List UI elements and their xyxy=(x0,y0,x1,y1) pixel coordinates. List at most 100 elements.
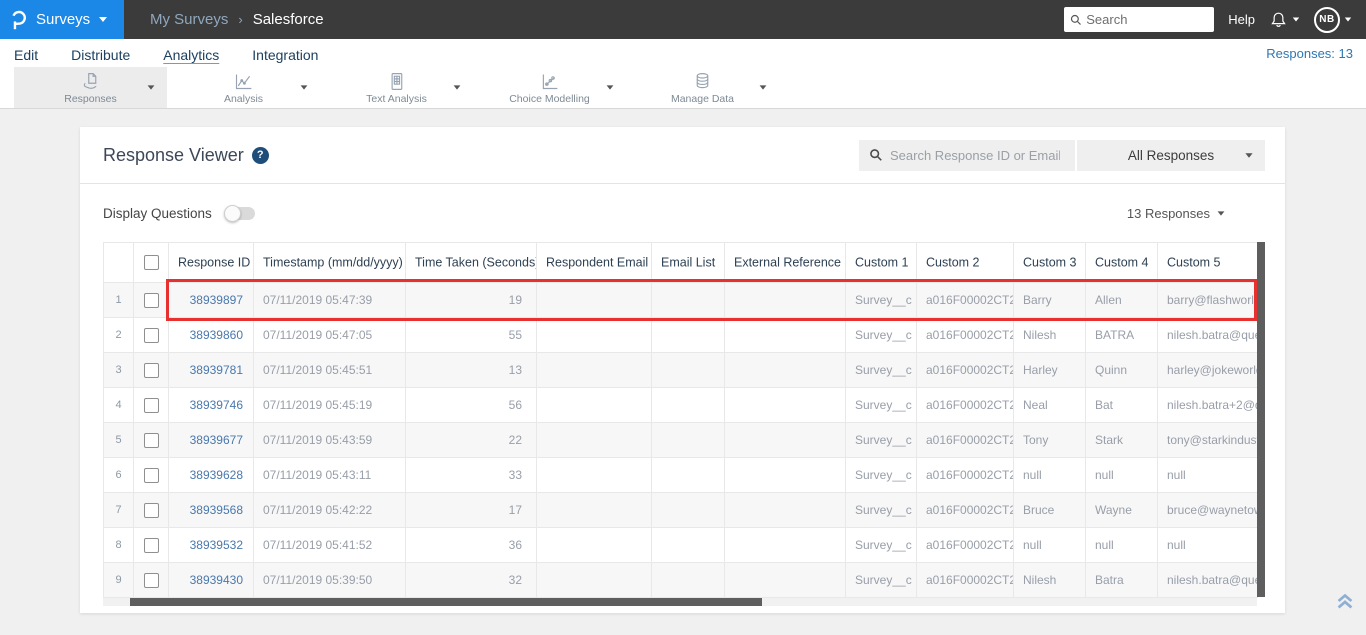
card-header-right: All Responses xyxy=(859,139,1265,171)
horizontal-scrollbar[interactable] xyxy=(103,598,1257,606)
respondent-email-cell xyxy=(536,457,652,493)
response-search-input[interactable] xyxy=(890,147,1060,163)
row-checkbox[interactable] xyxy=(143,467,159,483)
row-checkbox[interactable] xyxy=(143,432,159,448)
table-row: 9 38939430 07/11/2019 05:39:50 32 Survey__c a… xyxy=(103,562,1258,598)
column-header[interactable]: Custom 2 xyxy=(916,242,1014,283)
vertical-scrollbar[interactable] xyxy=(1257,242,1265,597)
toolbar-item-manage-data[interactable]: Manage Data xyxy=(626,67,779,108)
toggle-knob xyxy=(223,204,241,222)
notifications-menu[interactable] xyxy=(1269,10,1300,29)
responses-count-dropdown[interactable]: 13 Responses xyxy=(1127,206,1225,221)
vertical-scrollbar-thumb[interactable] xyxy=(1257,242,1265,597)
global-search[interactable] xyxy=(1064,7,1215,32)
help-link[interactable]: Help xyxy=(1228,12,1255,27)
response-search[interactable] xyxy=(859,139,1075,171)
chevron-down-icon[interactable] xyxy=(759,85,767,90)
checkbox-cell xyxy=(133,387,169,423)
top-navbar: Surveys My Surveys › Salesforce Help NB xyxy=(0,0,1366,39)
toolbar-item-choice-modelling[interactable]: Choice Modelling xyxy=(473,67,626,108)
response-id-cell[interactable]: 38939532 xyxy=(168,527,254,563)
response-filter-dropdown[interactable]: All Responses xyxy=(1077,139,1265,171)
toolbar-item-analysis[interactable]: Analysis xyxy=(167,67,320,108)
chevron-down-icon[interactable] xyxy=(606,85,614,90)
responses-count-label: 13 Responses xyxy=(1126,205,1210,221)
custom1-cell: Survey__c xyxy=(845,457,917,493)
custom2-cell: a016F00002CT2Lh xyxy=(916,352,1014,388)
row-checkbox[interactable] xyxy=(143,292,159,308)
response-id-cell[interactable]: 38939746 xyxy=(168,387,254,423)
surveys-app-menu[interactable]: Surveys xyxy=(0,0,124,39)
column-header[interactable]: Email List xyxy=(651,242,725,283)
response-id-cell[interactable]: 38939860 xyxy=(168,317,254,353)
row-checkbox[interactable] xyxy=(143,397,159,413)
checkbox-cell xyxy=(133,492,169,528)
custom5-cell: null xyxy=(1157,457,1258,493)
card-header: Response Viewer ? All Responses xyxy=(80,127,1285,184)
column-header[interactable]: Response ID xyxy=(168,242,254,283)
row-number: 5 xyxy=(103,422,134,458)
email-list-cell xyxy=(651,352,725,388)
responses-count-link[interactable]: Responses: 13 xyxy=(1266,46,1366,61)
breadcrumb-current-survey: Salesforce xyxy=(252,11,324,28)
external-reference-cell xyxy=(724,387,846,423)
column-header[interactable]: Custom 4 xyxy=(1085,242,1158,283)
column-header[interactable]: External Reference xyxy=(724,242,846,283)
table-row: 2 38939860 07/11/2019 05:47:05 55 Survey__c a… xyxy=(103,317,1258,353)
row-checkbox[interactable] xyxy=(143,537,159,553)
timestamp-cell: 07/11/2019 05:39:50 xyxy=(253,562,406,598)
app-menu-label: Surveys xyxy=(36,11,91,28)
breadcrumb-my-surveys[interactable]: My Surveys xyxy=(150,11,228,28)
checkbox-cell xyxy=(133,282,169,318)
horizontal-scrollbar-thumb[interactable] xyxy=(130,598,762,606)
external-reference-cell xyxy=(724,422,846,458)
chevron-down-icon[interactable] xyxy=(147,85,155,90)
toolbar-item-text-analysis[interactable]: Text Analysis xyxy=(320,67,473,108)
custom3-cell: Barry xyxy=(1013,282,1086,318)
user-account-menu[interactable]: NB xyxy=(1314,6,1352,33)
column-header[interactable]: Custom 1 xyxy=(845,242,917,283)
help-icon[interactable]: ? xyxy=(251,146,269,164)
display-questions-toggle[interactable] xyxy=(223,204,255,222)
time-taken-cell: 13 xyxy=(405,352,537,388)
column-header[interactable]: Time Taken (Seconds) xyxy=(405,242,537,283)
scroll-to-top-button[interactable] xyxy=(1334,590,1356,617)
time-taken-cell: 17 xyxy=(405,492,537,528)
tab-edit[interactable]: Edit xyxy=(14,44,38,63)
row-checkbox[interactable] xyxy=(143,362,159,378)
column-header[interactable]: Timestamp (mm/dd/yyyy) xyxy=(253,242,406,283)
toolbar-item-label: Manage Data xyxy=(670,92,735,105)
custom5-cell: bruce@waynetowe xyxy=(1157,492,1258,528)
select-all-checkbox[interactable] xyxy=(143,255,159,271)
custom5-cell: tony@starkindustr xyxy=(1157,422,1258,458)
row-checkbox[interactable] xyxy=(143,327,159,343)
chevron-down-icon[interactable] xyxy=(300,85,308,90)
tab-distribute[interactable]: Distribute xyxy=(71,44,130,63)
response-id-cell[interactable]: 38939897 xyxy=(168,282,254,318)
column-header[interactable]: Custom 3 xyxy=(1013,242,1086,283)
table-header-row: Response ID Timestamp (mm/dd/yyyy) Time Ta… xyxy=(103,242,1258,283)
toolbar-item-responses[interactable]: Responses xyxy=(14,67,167,108)
chevron-down-icon[interactable] xyxy=(453,85,461,90)
response-id-cell[interactable]: 38939430 xyxy=(168,562,254,598)
timestamp-cell: 07/11/2019 05:41:52 xyxy=(253,527,406,563)
bell-icon xyxy=(1271,12,1286,27)
custom4-cell: Batra xyxy=(1085,562,1158,598)
row-checkbox[interactable] xyxy=(143,502,159,518)
row-number: 2 xyxy=(103,317,134,353)
custom3-cell: Tony xyxy=(1013,422,1086,458)
column-header[interactable]: Respondent Email xyxy=(536,242,652,283)
tab-analytics[interactable]: Analytics xyxy=(163,44,219,63)
row-checkbox[interactable] xyxy=(143,572,159,588)
column-header[interactable]: Custom 5 xyxy=(1157,242,1258,283)
custom4-cell: null xyxy=(1085,457,1158,493)
custom5-cell: harley@jokeworld. xyxy=(1157,352,1258,388)
custom1-cell: Survey__c xyxy=(845,387,917,423)
response-id-cell[interactable]: 38939781 xyxy=(168,352,254,388)
response-id-cell[interactable]: 38939677 xyxy=(168,422,254,458)
toolbar-item-label: Choice Modelling xyxy=(509,92,590,105)
response-id-cell[interactable]: 38939568 xyxy=(168,492,254,528)
global-search-input[interactable] xyxy=(1086,12,1197,27)
tab-integration[interactable]: Integration xyxy=(252,44,318,63)
response-id-cell[interactable]: 38939628 xyxy=(168,457,254,493)
